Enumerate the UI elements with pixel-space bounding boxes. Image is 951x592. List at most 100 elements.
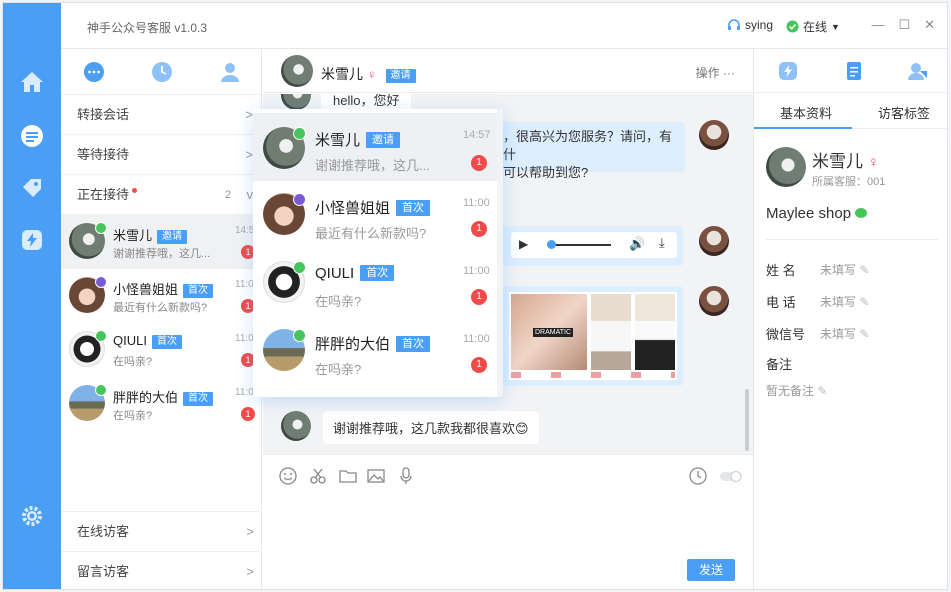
popup-conversation-item[interactable]: 胖胖的大伯 首次 在吗亲? 11:00 1: [253, 317, 497, 385]
tab-basic-info[interactable]: 基本资料: [780, 103, 832, 122]
tag-badge: 首次: [183, 284, 214, 298]
input-toolbar: [263, 454, 753, 494]
field-label: 微信号: [766, 327, 806, 342]
last-message: 最近有什么新款吗?: [315, 226, 427, 241]
headset-icon: [728, 19, 740, 30]
close-icon[interactable]: ✕: [924, 17, 935, 33]
folder-icon[interactable]: [339, 467, 357, 485]
maximize-icon[interactable]: ☐: [898, 17, 910, 33]
progress-knob[interactable]: [547, 240, 556, 249]
visitor-name: 米雪儿: [812, 152, 863, 171]
edit-icon[interactable]: ✎: [859, 295, 869, 309]
unread-badge: 1: [471, 221, 487, 237]
conversation-panel: 转接会话 > 等待接待 > 正在接待 2 v 米雪儿 邀请 谢谢推荐哦，这几...…: [61, 49, 262, 589]
microphone-icon[interactable]: [397, 467, 415, 485]
conversation-item[interactable]: 胖胖的大伯 首次 在吗亲? 11:00 1: [61, 377, 262, 431]
play-icon[interactable]: ▶: [519, 237, 528, 251]
unread-badge: 1: [471, 155, 487, 171]
assigned-agent: 所属客服：001: [812, 176, 886, 188]
visitor-tag-icon[interactable]: [908, 61, 928, 81]
popup-conversation-item[interactable]: 小怪兽姐姐 首次 最近有什么新款吗? 11:00 1: [253, 181, 497, 249]
field-label: 电 话: [766, 295, 796, 310]
agent-avatar: [699, 226, 729, 256]
status-dropdown[interactable]: 在线 ▼: [786, 18, 840, 35]
field-value: 未填写: [820, 327, 857, 341]
link-icon: [293, 193, 306, 206]
avatar: [281, 411, 311, 441]
edit-icon[interactable]: ✎: [859, 263, 869, 277]
scrollbar[interactable]: [745, 389, 749, 451]
product-card-message: DRAMATIC: [503, 286, 683, 386]
wechat-icon: [855, 208, 868, 218]
online-check-icon: [786, 20, 799, 33]
contact-name: 小怪兽姐姐: [113, 282, 179, 297]
toggle-switch[interactable]: [719, 467, 743, 485]
conversation-item[interactable]: 小怪兽姐姐 首次 最近有什么新款吗? 11:00 1: [61, 269, 262, 323]
current-user[interactable]: sying: [727, 18, 773, 32]
wechat-icon: [95, 222, 107, 234]
shop-name: Maylee shop: [766, 205, 852, 222]
message-time: 14:57: [463, 129, 491, 141]
section-waiting[interactable]: 等待接待 >: [61, 135, 261, 175]
section-transfer[interactable]: 转接会话 >: [61, 95, 261, 135]
conversation-popup: 米雪儿 邀请 谢谢推荐哦，这几... 14:57 1 小怪兽姐姐 首次 最近有什么新…: [253, 109, 503, 397]
contact-name: QIULI: [113, 333, 147, 348]
tag-badge: 首次: [183, 392, 214, 406]
minimize-icon[interactable]: —: [871, 17, 884, 33]
conversation-item[interactable]: QIULI 首次 在吗亲? 11:00 1: [61, 323, 262, 377]
message-visitors[interactable]: 留言访客 >: [61, 551, 262, 589]
last-message: 在吗亲?: [113, 356, 153, 368]
edit-icon[interactable]: ✎: [817, 384, 827, 398]
chat-icon[interactable]: [17, 121, 47, 151]
tag-badge: 邀请: [385, 69, 416, 83]
chevron-right-icon: >: [246, 564, 254, 579]
chat-header: 米雪儿 ♀ 邀请 操作 ···: [263, 49, 753, 93]
female-icon: ♀: [867, 154, 879, 171]
tab-visitor-tags[interactable]: 访客标签: [878, 103, 930, 122]
tag-badge: 邀请: [366, 132, 401, 148]
conversation-item[interactable]: 米雪儿 邀请 谢谢推荐哦，这几... 14:57 1: [61, 215, 262, 269]
download-icon[interactable]: ⤓: [659, 235, 665, 251]
send-button[interactable]: 发送: [687, 559, 735, 581]
settings-icon[interactable]: [17, 501, 47, 531]
contact-name: 胖胖的大伯: [113, 390, 179, 405]
note-value: 暂无备注: [766, 384, 815, 398]
app-window: 神手公众号客服 v1.0.3 sying 在线 ▼ — ☐ ✕ 转接会话 > 等…: [2, 2, 948, 590]
progress-track[interactable]: [547, 244, 611, 246]
message-icon[interactable]: [83, 61, 105, 83]
user-icon[interactable]: [219, 61, 241, 83]
message-time: 11:00: [463, 197, 490, 209]
popup-conversation-item[interactable]: 米雪儿 邀请 谢谢推荐哦，这几... 14:57 1: [253, 113, 497, 181]
unread-badge: 1: [241, 407, 255, 421]
chevron-right-icon: >: [246, 524, 254, 539]
flash-icon[interactable]: [778, 61, 798, 81]
user-name: sying: [745, 18, 774, 32]
window-controls: — ☐ ✕: [871, 17, 935, 33]
online-visitors[interactable]: 在线访客 >: [61, 511, 262, 551]
home-icon[interactable]: [17, 67, 47, 97]
document-icon[interactable]: [844, 61, 864, 81]
popup-scrollbar[interactable]: [497, 109, 503, 397]
field-value: 未填写: [820, 263, 857, 277]
emoji-icon[interactable]: [279, 467, 297, 485]
price-strip: [511, 372, 675, 378]
section-serving[interactable]: 正在接待 2 v: [61, 175, 261, 215]
edit-icon[interactable]: ✎: [859, 327, 869, 341]
flash-icon[interactable]: [17, 225, 47, 255]
message-time: 11:00: [463, 333, 490, 345]
message-time: 11:00: [463, 265, 490, 277]
app-title: 神手公众号客服 v1.0.3: [87, 21, 208, 35]
voice-message: ▶ 🔊 ⤓: [503, 226, 683, 266]
volume-icon[interactable]: 🔊: [629, 236, 645, 252]
avatar: [281, 55, 313, 87]
history-clock-icon[interactable]: [689, 467, 707, 485]
contact-name: 米雪儿: [113, 228, 153, 243]
popup-conversation-item[interactable]: QIULI 首次 在吗亲? 11:00 1: [253, 249, 497, 317]
clock-icon[interactable]: [151, 61, 173, 83]
contact-name: 胖胖的大伯: [315, 336, 391, 353]
operations-menu[interactable]: 操作 ···: [696, 64, 735, 81]
image-icon[interactable]: [367, 467, 385, 485]
scissors-icon[interactable]: [309, 467, 327, 485]
tag-icon[interactable]: [17, 173, 47, 203]
unread-badge: 1: [471, 289, 487, 305]
